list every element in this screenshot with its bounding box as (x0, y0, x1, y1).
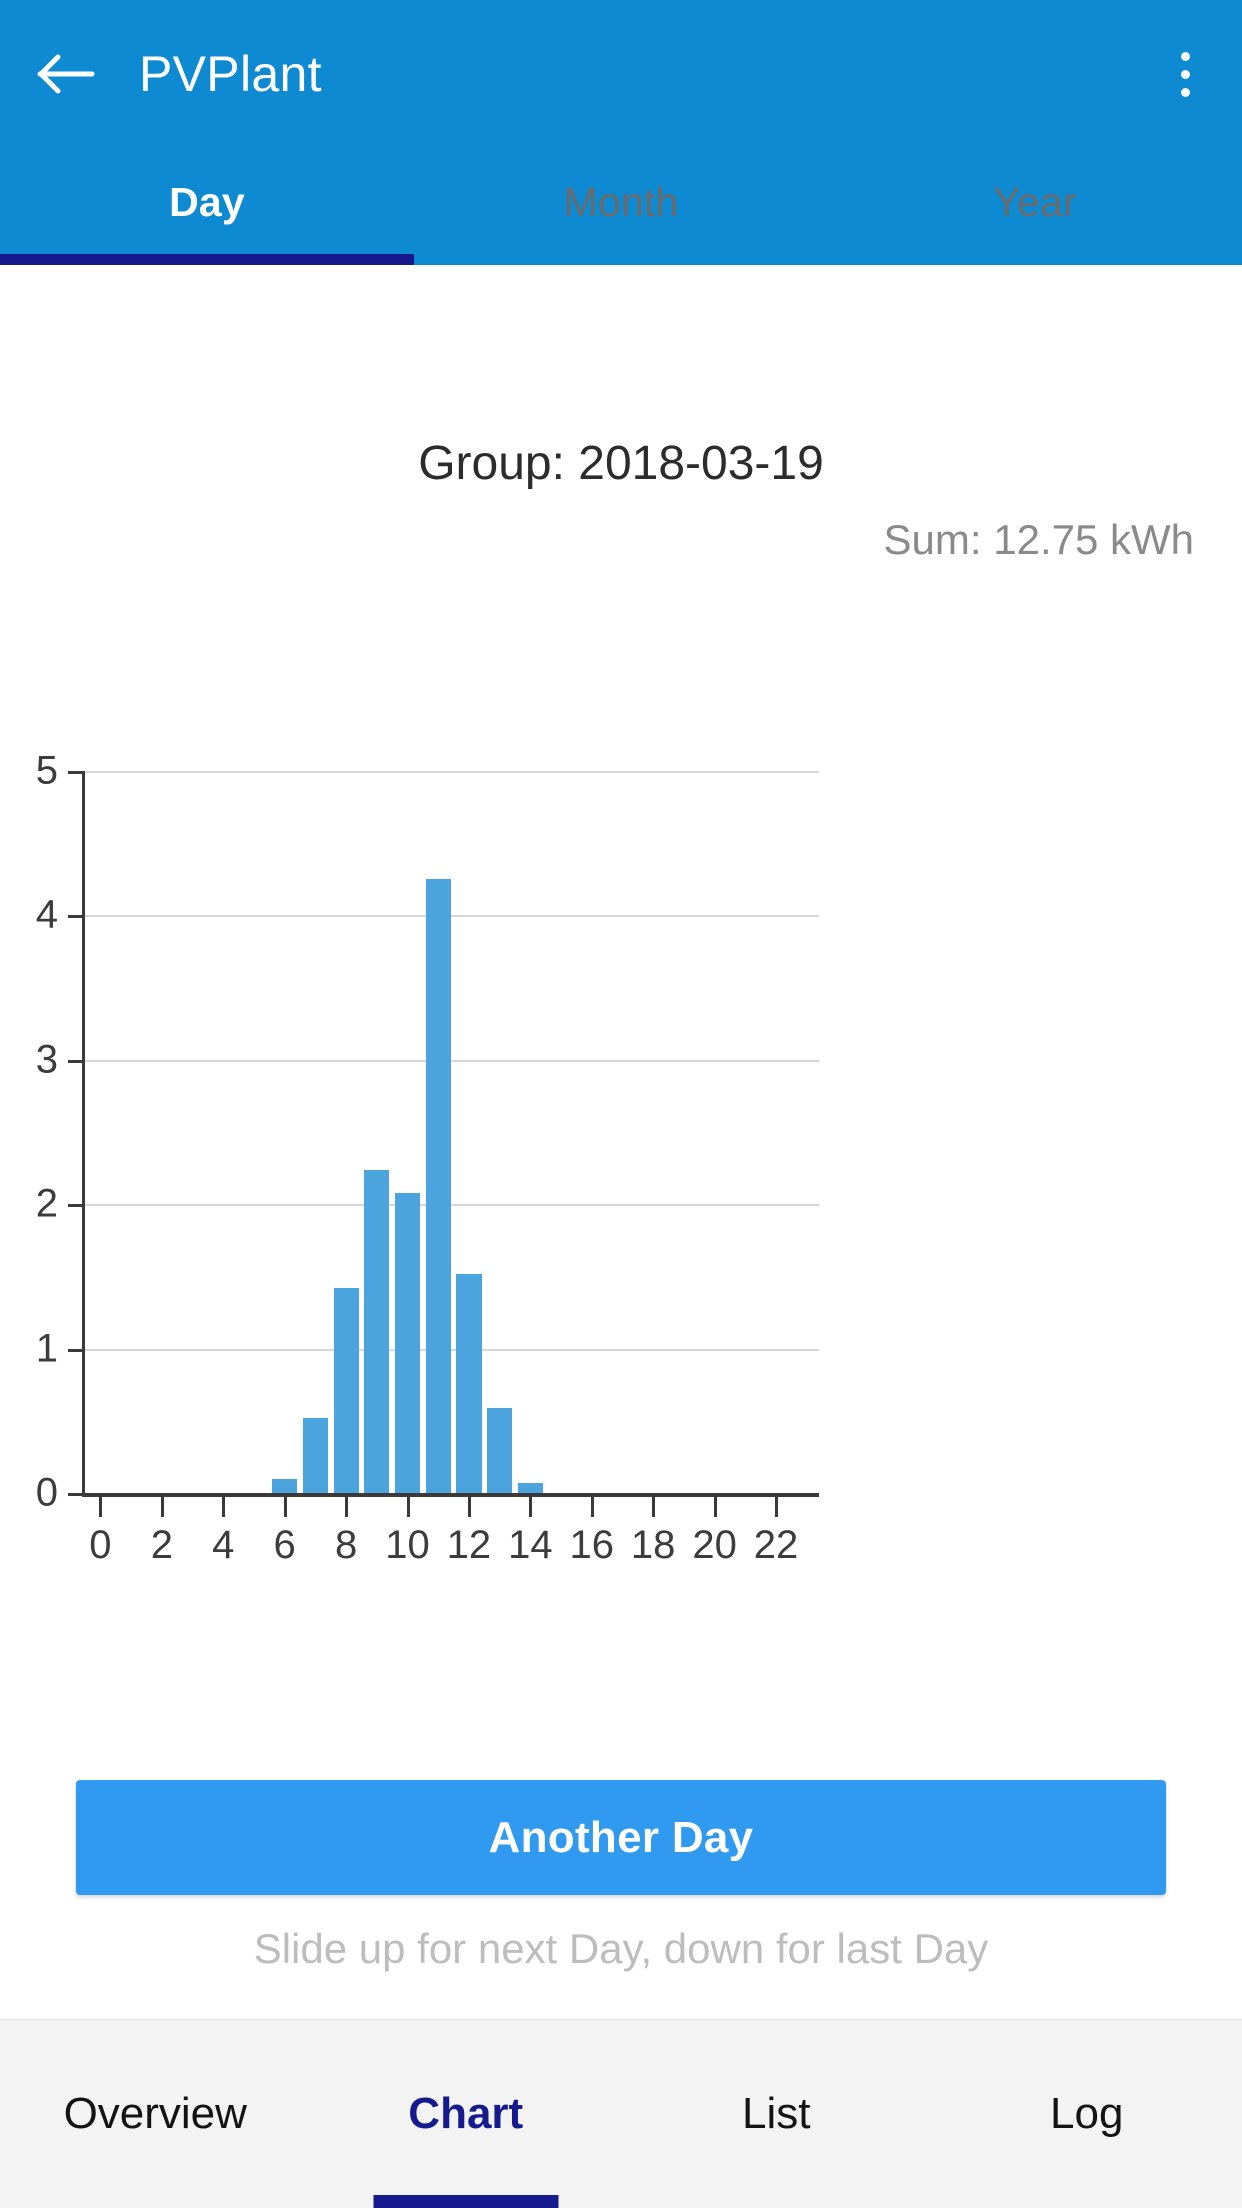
nav-overview-label: Overview (63, 2089, 247, 2138)
another-day-button[interactable]: Another Day (76, 1780, 1166, 1895)
app-bar-top: PVPlant (0, 0, 1242, 140)
x-tick-label: 16 (569, 1523, 615, 1567)
slide-hint-text: Slide up for next Day, down for last Day (253, 1925, 989, 1972)
x-tick (467, 1497, 471, 1517)
chart-bar (302, 1417, 328, 1493)
x-tick (652, 1497, 656, 1517)
x-tick (775, 1497, 778, 1517)
tab-active-indicator (0, 254, 414, 265)
x-tick (713, 1497, 717, 1517)
tab-day[interactable]: Day (0, 140, 414, 265)
x-tick (590, 1497, 594, 1517)
y-tick-label: 2 (35, 1181, 58, 1226)
x-tick (222, 1497, 226, 1517)
back-button[interactable] (30, 38, 102, 110)
x-tick-label: 2 (150, 1523, 173, 1567)
x-tick-label: 4 (212, 1523, 235, 1567)
overflow-dot-1 (1180, 51, 1190, 61)
x-tick (99, 1497, 103, 1517)
nav-item-overview[interactable]: Overview (0, 2020, 311, 2208)
tab-year-label: Year (993, 179, 1077, 225)
sum-label: Sum: 12.75 kWh (883, 516, 1194, 563)
more-vertical-icon[interactable] (1150, 36, 1220, 112)
period-tabs: Day Month Year (0, 140, 1242, 265)
tab-day-label: Day (169, 179, 245, 225)
chart-bar (425, 879, 451, 1493)
x-tick (160, 1497, 164, 1517)
chart-panel: Group: 2018-03-19 Sum: 12.75 kWh 012345 … (0, 265, 1242, 2020)
x-axis-line (82, 1493, 819, 1497)
x-tick-label: 10 (385, 1523, 430, 1567)
x-tick-label: 8 (334, 1523, 358, 1567)
x-tick-label: 14 (508, 1523, 553, 1567)
y-tick-label: 4 (35, 892, 58, 937)
x-tick (529, 1497, 533, 1517)
bars-layer (82, 771, 819, 1493)
nav-item-list[interactable]: List (621, 2020, 932, 2208)
chart-bar (364, 1169, 390, 1493)
x-tick (406, 1497, 410, 1517)
nav-item-log[interactable]: Log (932, 2020, 1242, 2208)
group-label: Group: 2018-03-19 (418, 437, 824, 490)
x-tick-label: 12 (446, 1523, 492, 1567)
x-tick-label: 20 (692, 1523, 737, 1567)
nav-list-label: List (742, 2089, 811, 2138)
tab-month-label: Month (563, 179, 679, 225)
y-tick-label: 5 (35, 748, 58, 793)
y-tick-label: 1 (35, 1326, 58, 1371)
x-tick-label: 22 (753, 1523, 799, 1567)
page-title: PVPlant (139, 46, 322, 102)
y-tick (68, 1493, 85, 1496)
app-bar: PVPlant Day Month Year (0, 0, 1242, 265)
chart-bar (517, 1482, 543, 1493)
bottom-navigation: Overview Chart List Log (0, 2019, 1242, 2208)
tab-month[interactable]: Month (414, 140, 828, 265)
y-tick-label: 3 (35, 1037, 58, 1082)
nav-item-chart[interactable]: Chart (311, 2020, 622, 2208)
x-tick-label: 0 (89, 1523, 112, 1567)
bar-chart[interactable]: 012345 0 2 4 6 8 10 12 14 16 18 20 22 (0, 593, 1242, 1713)
chart-bar (487, 1407, 513, 1493)
x-tick-label: 6 (273, 1523, 296, 1567)
arrow-left-icon (37, 54, 95, 94)
tab-year[interactable]: Year (828, 140, 1242, 265)
chart-bar (272, 1478, 298, 1493)
nav-chart-label: Chart (408, 2089, 524, 2138)
x-tick (345, 1497, 349, 1517)
nav-active-indicator (373, 2195, 559, 2208)
y-tick-label: 0 (35, 1470, 58, 1515)
chart-bar (394, 1192, 421, 1493)
x-tick (283, 1497, 287, 1517)
nav-log-label: Log (1050, 2089, 1124, 2138)
x-tick-label: 18 (630, 1523, 676, 1567)
chart-bar (456, 1273, 482, 1493)
overflow-dot-2 (1180, 69, 1190, 79)
overflow-dot-3 (1180, 87, 1190, 97)
chart-bar (333, 1287, 359, 1493)
